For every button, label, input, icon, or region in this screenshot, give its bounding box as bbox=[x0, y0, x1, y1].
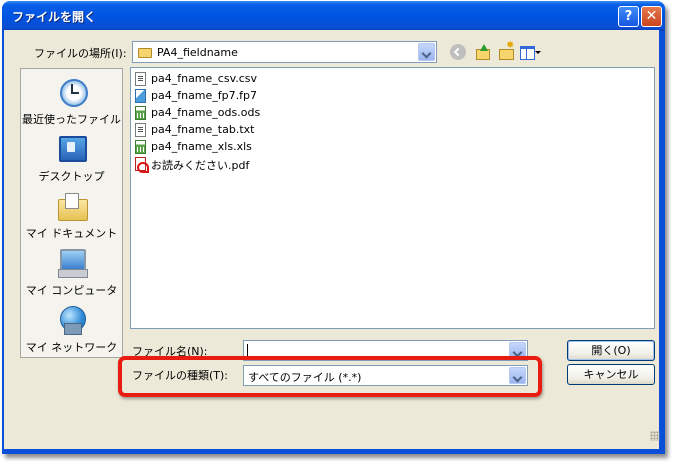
resize-grip-icon[interactable] bbox=[650, 431, 660, 441]
place-label: マイ コンピュータ bbox=[25, 284, 118, 297]
places-bar: 最近使ったファイル デスクトップ マイ ドキュメント マイ コンピュータ マイ … bbox=[20, 68, 123, 358]
spreadsheet-file-icon bbox=[135, 106, 146, 120]
lookin-combo[interactable]: PA4_fieldname bbox=[132, 41, 437, 63]
spreadsheet-file-icon bbox=[135, 140, 146, 154]
file-name: pa4_fname_xls.xls bbox=[151, 140, 252, 153]
desktop-icon bbox=[56, 134, 88, 164]
place-label: マイ ネットワーク bbox=[25, 341, 118, 354]
file-name: pa4_fname_csv.csv bbox=[151, 72, 258, 85]
place-label: マイ ドキュメント bbox=[25, 227, 118, 240]
view-menu-icon[interactable] bbox=[520, 44, 542, 60]
cancel-button[interactable]: キャンセル bbox=[567, 364, 655, 385]
place-desktop[interactable]: デスクトップ bbox=[21, 134, 122, 184]
pdf-file-icon bbox=[135, 157, 149, 173]
window-title: ファイルを開く bbox=[12, 10, 97, 24]
place-my-network[interactable]: マイ ネットワーク bbox=[21, 305, 122, 355]
file-name: pa4_fname_tab.txt bbox=[151, 123, 255, 136]
close-button[interactable]: ✕ bbox=[641, 6, 662, 27]
folder-icon bbox=[138, 48, 152, 58]
filemaker-file-icon bbox=[135, 89, 146, 103]
my-network-icon bbox=[56, 305, 88, 335]
text-file-icon bbox=[135, 123, 146, 137]
place-recent[interactable]: 最近使ったファイル bbox=[21, 77, 122, 127]
title-bar[interactable]: ファイルを開く ? ✕ bbox=[2, 1, 665, 31]
highlight-annotation bbox=[118, 356, 542, 397]
new-folder-icon[interactable] bbox=[498, 40, 514, 60]
file-name: お読みください.pdf bbox=[151, 159, 250, 172]
lookin-value: PA4_fieldname bbox=[157, 46, 238, 59]
place-label: デスクトップ bbox=[38, 170, 105, 183]
help-icon: ? bbox=[624, 9, 633, 24]
back-icon[interactable] bbox=[450, 44, 466, 60]
up-folder-icon[interactable] bbox=[474, 44, 490, 60]
file-name: pa4_fname_fp7.fp7 bbox=[151, 89, 257, 102]
my-documents-icon bbox=[56, 191, 88, 221]
file-name: pa4_fname_ods.ods bbox=[151, 106, 261, 119]
place-label: 最近使ったファイル bbox=[22, 113, 121, 126]
my-computer-icon bbox=[56, 248, 88, 278]
recent-files-icon bbox=[56, 77, 88, 107]
close-icon: ✕ bbox=[645, 8, 658, 24]
help-button[interactable]: ? bbox=[618, 6, 639, 27]
file-list[interactable]: pa4_fname_csv.csv pa4_fname_fp7.fp7 pa4_… bbox=[130, 67, 655, 329]
place-my-documents[interactable]: マイ ドキュメント bbox=[21, 191, 122, 241]
chevron-down-icon[interactable] bbox=[418, 43, 435, 61]
text-file-icon bbox=[135, 72, 146, 86]
open-button[interactable]: 開く(O) bbox=[567, 340, 655, 361]
lookin-label: ファイルの場所(I): bbox=[34, 47, 127, 60]
place-my-computer[interactable]: マイ コンピュータ bbox=[21, 248, 122, 298]
